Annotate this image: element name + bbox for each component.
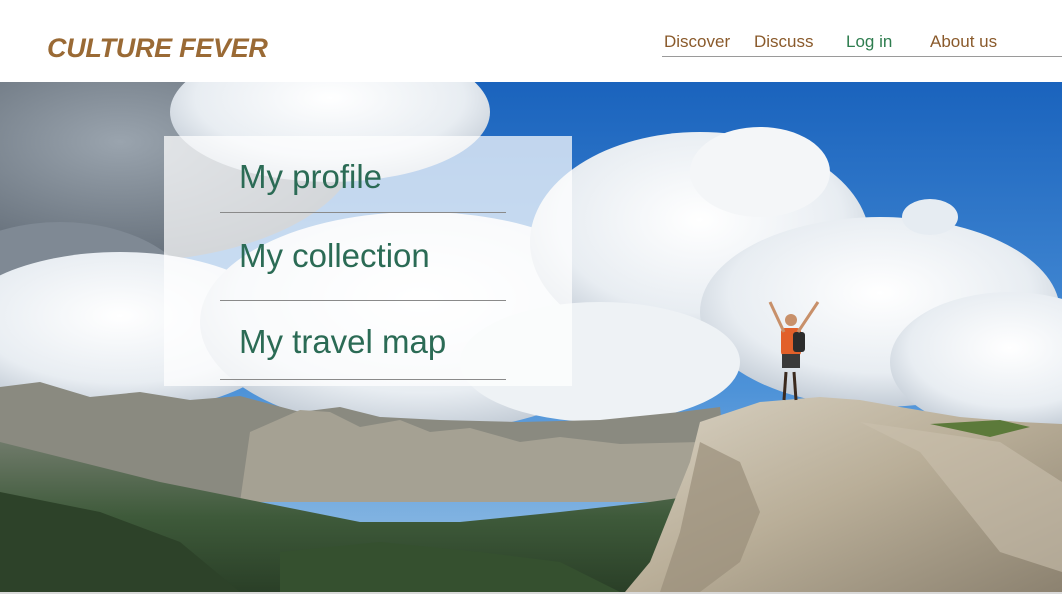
nav-underline [662, 56, 1062, 57]
site-logo[interactable]: CULTURE FEVER [47, 33, 268, 64]
menu-divider [220, 212, 506, 213]
menu-item-my-travel-map[interactable]: My travel map [239, 323, 446, 361]
menu-item-my-profile[interactable]: My profile [239, 158, 382, 196]
menu-item-my-collection[interactable]: My collection [239, 237, 430, 275]
menu-divider [220, 300, 506, 301]
site-header: CULTURE FEVER Discover Discuss Log in Ab… [0, 0, 1062, 82]
nav-discover[interactable]: Discover [664, 32, 730, 52]
nav-about-us[interactable]: About us [930, 32, 997, 52]
nav-login[interactable]: Log in [846, 32, 892, 52]
menu-divider [220, 379, 506, 380]
nav-discuss[interactable]: Discuss [754, 32, 814, 52]
account-menu-panel: My profile My collection My travel map [164, 136, 572, 386]
